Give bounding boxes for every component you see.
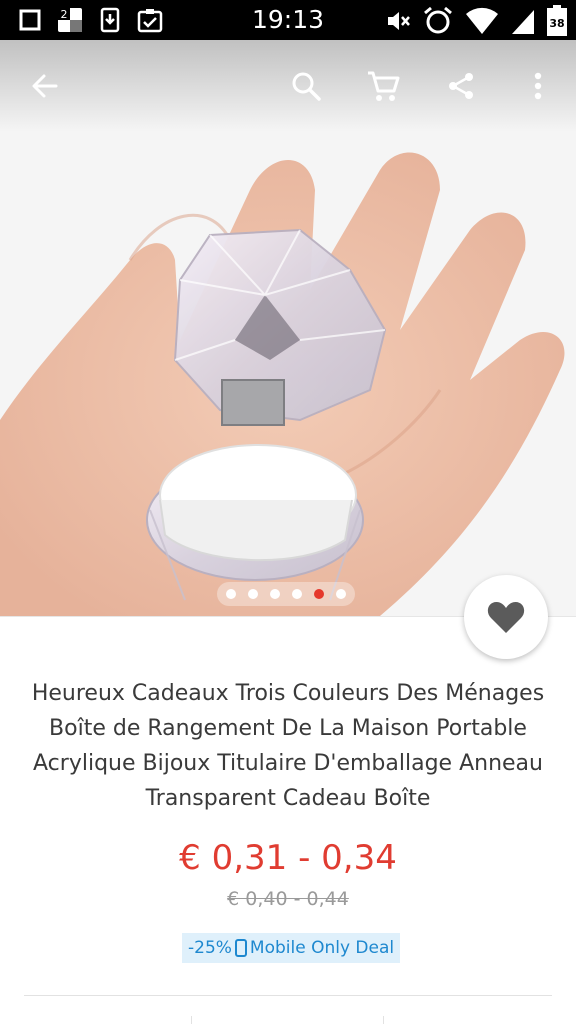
- gallery-dot[interactable]: [336, 589, 346, 599]
- share-button[interactable]: [437, 62, 485, 110]
- gallery-dot[interactable]: [292, 589, 302, 599]
- gallery-dot[interactable]: [226, 589, 236, 599]
- battery-icon: 38: [547, 5, 567, 36]
- deal-label: Mobile Only Deal: [249, 938, 395, 958]
- more-vert-icon: [534, 72, 542, 100]
- gallery-dot-active[interactable]: [314, 589, 324, 599]
- search-button[interactable]: [282, 62, 330, 110]
- mobile-phone-icon: [234, 939, 247, 957]
- tab-separator: [191, 1016, 192, 1024]
- deal-discount: -25%: [188, 938, 232, 958]
- price-range: € 0,31 - 0,34: [179, 838, 397, 878]
- wifi-icon: [466, 7, 498, 35]
- cart-icon: [368, 71, 400, 101]
- alarm-icon: [424, 6, 452, 34]
- arrow-left-icon: [32, 74, 58, 98]
- wishlist-button[interactable]: [464, 575, 548, 659]
- back-button[interactable]: [21, 62, 69, 110]
- app-bar: [0, 40, 576, 132]
- gallery-pagination: [217, 582, 355, 606]
- share-icon: [449, 73, 473, 99]
- gallery-dot[interactable]: [248, 589, 258, 599]
- status-bar: 2 19:13 38: [0, 0, 576, 40]
- gallery-dot[interactable]: [270, 589, 280, 599]
- tab-separator: [383, 1016, 384, 1024]
- search-icon: [292, 72, 321, 101]
- battery-level: 38: [549, 17, 564, 30]
- signal-icon: [512, 10, 534, 34]
- divider: [24, 995, 552, 996]
- mobile-deal-badge: -25% Mobile Only Deal: [182, 933, 401, 963]
- heart-icon: [487, 602, 525, 633]
- mute-icon: [388, 12, 410, 30]
- original-price: € 0,40 - 0,44: [227, 888, 349, 910]
- more-options-button[interactable]: [514, 62, 562, 110]
- cart-button[interactable]: [359, 62, 407, 110]
- product-title: Heureux Cadeaux Trois Couleurs Des Ménag…: [31, 681, 545, 811]
